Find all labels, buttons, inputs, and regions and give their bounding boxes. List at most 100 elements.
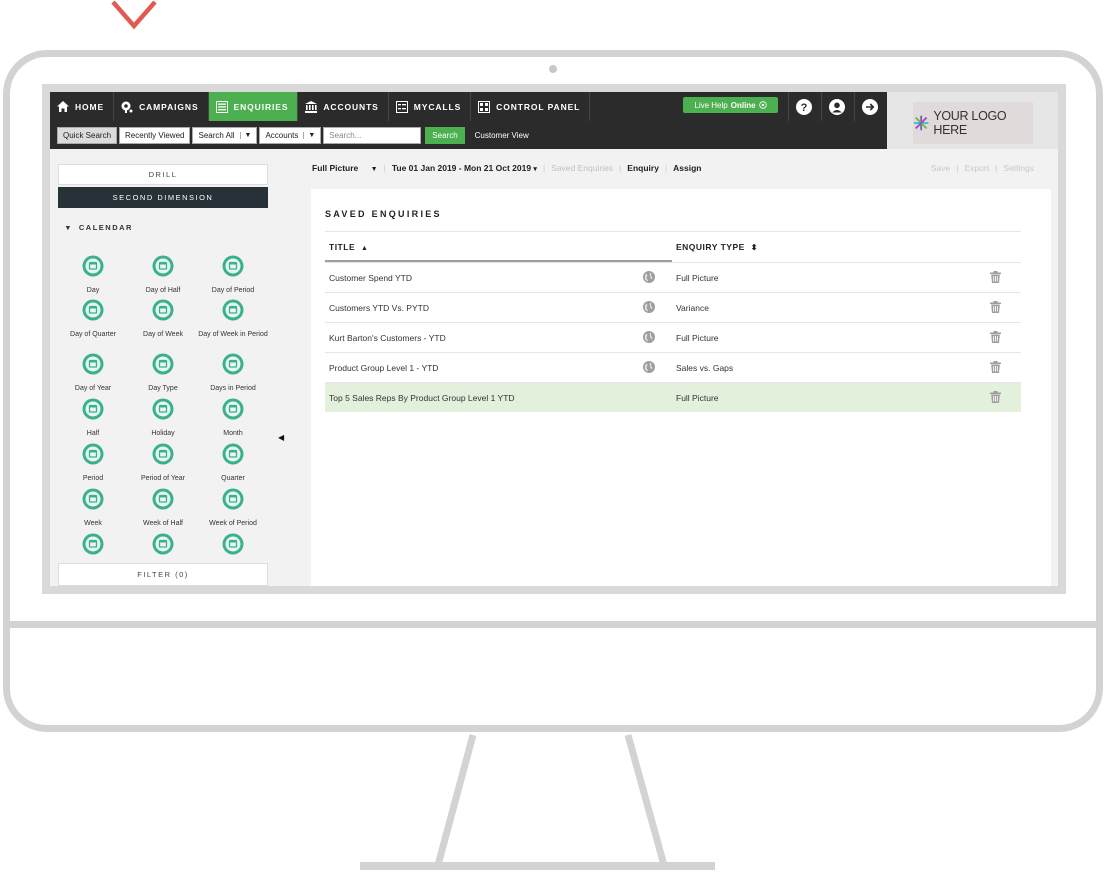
- dimension-item[interactable]: Day of Week in Period: [198, 299, 268, 339]
- calendar-icon: [152, 488, 174, 510]
- assign-link[interactable]: Assign: [673, 163, 701, 173]
- type-header-label: ENQUIRY TYPE: [676, 242, 745, 252]
- drill-tab[interactable]: DRILL: [58, 164, 268, 185]
- dimension-label: Week: [84, 520, 102, 527]
- search-button[interactable]: Search: [425, 126, 465, 144]
- export-button[interactable]: Export: [964, 163, 989, 173]
- nav-mycalls[interactable]: MYCALLS: [389, 92, 472, 121]
- enquiry-title[interactable]: Top 5 Sales Reps By Product Group Level …: [329, 393, 515, 403]
- globe-icon: [643, 271, 655, 283]
- dimension-item[interactable]: [58, 533, 128, 564]
- dimension-item[interactable]: Day of Half: [128, 255, 198, 295]
- customer-view-link[interactable]: Customer View: [475, 131, 529, 140]
- dimension-item[interactable]: Day Type: [128, 353, 198, 393]
- second-dimension-tab[interactable]: SECOND DIMENSION: [58, 187, 268, 208]
- settings-button[interactable]: Settings: [1003, 163, 1034, 173]
- table-row[interactable]: Top 5 Sales Reps By Product Group Level …: [325, 382, 1021, 412]
- search-input[interactable]: Search...: [323, 126, 422, 144]
- search-type-select[interactable]: Accounts ▼: [259, 126, 322, 144]
- calendar-icon: [222, 533, 244, 555]
- trash-icon[interactable]: [990, 271, 1001, 283]
- enquiries-table: TITLE ▲ ENQUIRY TYPE ⬍ Customer Spend YT…: [325, 231, 1021, 412]
- dimension-label: Week of Period: [209, 520, 257, 527]
- dimension-item[interactable]: Days in Period: [198, 353, 268, 393]
- picture-select[interactable]: Full Picture ▼: [312, 163, 378, 173]
- nav-enquiries-label: ENQUIRIES: [233, 101, 289, 112]
- trash-icon[interactable]: [990, 361, 1001, 373]
- logo-area: YOUR LOGO HERE: [887, 92, 1058, 149]
- enquiry-title[interactable]: Customers YTD Vs. PYTD: [329, 303, 429, 313]
- dimension-item[interactable]: Half: [58, 398, 128, 438]
- dimension-item[interactable]: Month: [198, 398, 268, 438]
- sidebar: DRILL SECOND DIMENSION ▾ CALENDAR Day Day…: [50, 149, 286, 586]
- nav-accounts-label: ACCOUNTS: [323, 101, 379, 112]
- dimension-item[interactable]: Day: [58, 255, 128, 295]
- dimension-item[interactable]: Day of Year: [58, 353, 128, 393]
- dimension-item[interactable]: Quarter: [198, 443, 268, 483]
- enquiry-title[interactable]: Product Group Level 1 - YTD: [329, 363, 438, 373]
- nav-control-panel[interactable]: CONTROL PANEL: [471, 92, 591, 121]
- saved-enquiries-panel: SAVED ENQUIRIES TITLE ▲ ENQUIRY TYPE ⬍ C…: [311, 189, 1051, 586]
- enquiry-title[interactable]: Kurt Barton's Customers - YTD: [329, 333, 446, 343]
- main-nav: HOME CAMPAIGNS ENQUIRIES ACCOUNTS MYCALL…: [50, 92, 591, 121]
- dimension-item[interactable]: Week of Period: [198, 488, 268, 528]
- calendar-icon: [222, 398, 244, 420]
- calls-icon: [395, 100, 408, 113]
- chevron-down-icon: [111, 0, 157, 30]
- dimension-label: Day: [86, 287, 100, 294]
- nav-mycalls-label: MYCALLS: [413, 101, 462, 112]
- dimension-label: Days in Period: [210, 385, 256, 392]
- title-column-header[interactable]: TITLE ▲: [329, 242, 368, 252]
- dimension-item[interactable]: Week of Half: [128, 488, 198, 528]
- saved-enquiries-link[interactable]: Saved Enquiries: [551, 163, 613, 173]
- calendar-icon: [82, 443, 104, 465]
- table-row[interactable]: Product Group Level 1 - YTD Sales vs. Gap…: [325, 352, 1021, 382]
- date-range-value: Tue 01 Jan 2019 - Mon 21 Oct 2019: [391, 163, 532, 173]
- nav-campaigns[interactable]: CAMPAIGNS: [114, 92, 209, 121]
- dimension-item[interactable]: [128, 533, 198, 564]
- calendar-section-toggle[interactable]: ▾ CALENDAR: [66, 223, 133, 232]
- enquiry-type: Sales vs. Gaps: [676, 363, 734, 373]
- calendar-icon: [222, 353, 244, 375]
- dimension-label: Period: [82, 475, 104, 482]
- enquiry-title[interactable]: Customer Spend YTD: [329, 273, 412, 283]
- calendar-icon: [82, 488, 104, 510]
- search-bar: Quick Search Recently Viewed Search All …: [50, 121, 529, 149]
- toolbar-actions: Save | Export | Settings: [931, 163, 1034, 173]
- dimension-item[interactable]: Day of Week: [128, 299, 198, 339]
- date-range-select[interactable]: Tue 01 Jan 2019 - Mon 21 Oct 2019 ▾: [392, 163, 537, 173]
- table-row[interactable]: Kurt Barton's Customers - YTD Full Pictur…: [325, 322, 1021, 352]
- calendar-icon: [82, 533, 104, 555]
- dimension-item[interactable]: Week: [58, 488, 128, 528]
- filter-tab[interactable]: FILTER (0): [58, 563, 268, 586]
- recently-viewed-button[interactable]: Recently Viewed: [119, 126, 191, 144]
- help-icon: ?: [796, 98, 812, 115]
- dimension-item[interactable]: Day of Period: [198, 255, 268, 295]
- table-row[interactable]: Customers YTD Vs. PYTD Variance: [325, 292, 1021, 322]
- trash-icon[interactable]: [990, 391, 1001, 403]
- quick-search-button[interactable]: Quick Search: [57, 126, 118, 144]
- dimension-item[interactable]: [198, 533, 268, 564]
- live-help-button[interactable]: Live Help Online: [683, 97, 778, 113]
- main-content: Full Picture ▼ | Tue 01 Jan 2019 - Mon 2…: [286, 149, 1058, 586]
- collapse-sidebar-icon[interactable]: ◀: [278, 433, 284, 442]
- dimension-label: Day of Period: [211, 287, 255, 294]
- dimension-item[interactable]: Period of Year: [128, 443, 198, 483]
- help-button[interactable]: ?: [788, 92, 819, 121]
- nav-accounts[interactable]: ACCOUNTS: [298, 92, 389, 121]
- save-button[interactable]: Save: [931, 163, 950, 173]
- type-column-header[interactable]: ENQUIRY TYPE ⬍: [676, 242, 758, 252]
- profile-button[interactable]: [821, 92, 852, 121]
- table-row[interactable]: Customer Spend YTD Full Picture: [325, 262, 1021, 292]
- search-scope-select[interactable]: Search All ▼: [192, 126, 258, 144]
- logout-button[interactable]: [854, 92, 885, 121]
- dimension-item[interactable]: Period: [58, 443, 128, 483]
- top-bar: HOME CAMPAIGNS ENQUIRIES ACCOUNTS MYCALL…: [50, 92, 1058, 149]
- dimension-item[interactable]: Holiday: [128, 398, 198, 438]
- dimension-item[interactable]: Day of Quarter: [58, 299, 128, 339]
- trash-icon[interactable]: [990, 331, 1001, 343]
- enquiry-link[interactable]: Enquiry: [627, 163, 659, 173]
- trash-icon[interactable]: [990, 301, 1001, 313]
- nav-home[interactable]: HOME: [50, 92, 115, 121]
- nav-enquiries[interactable]: ENQUIRIES: [208, 92, 299, 121]
